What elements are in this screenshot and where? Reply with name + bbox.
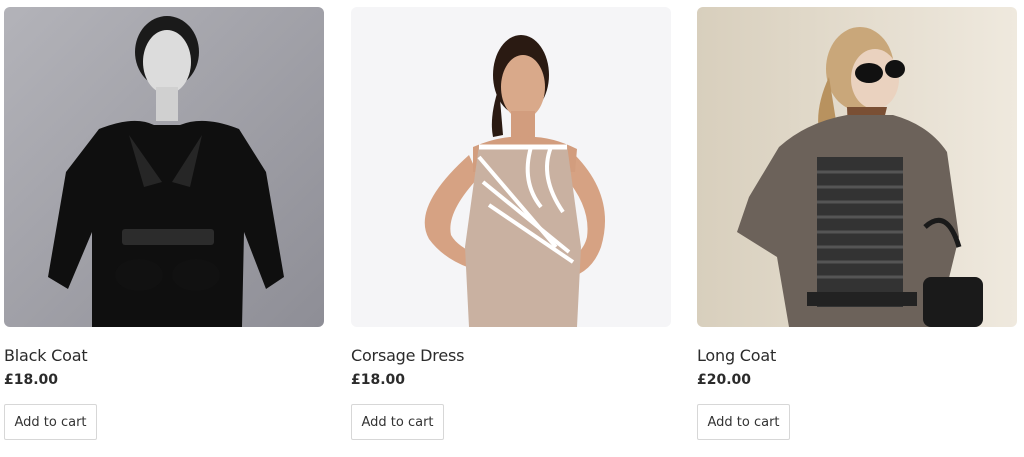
product-image-corsage-dress[interactable] <box>351 7 671 327</box>
product-price: £18.00 <box>4 372 59 388</box>
product-card-corsage-dress: Corsage Dress £18.00 Add to cart <box>351 7 671 440</box>
add-to-cart-button[interactable]: Add to cart <box>351 404 444 440</box>
product-title[interactable]: Black Coat <box>4 346 324 366</box>
product-image-black-coat[interactable] <box>4 7 324 327</box>
product-image-long-coat[interactable] <box>697 7 1017 327</box>
product-title[interactable]: Corsage Dress <box>351 346 671 366</box>
product-grid: Black Coat £18.00 Add to cart Corsage Dr… <box>0 0 1024 457</box>
add-to-cart-button[interactable]: Add to cart <box>4 404 97 440</box>
product-card-long-coat: Long Coat £20.00 Add to cart <box>697 7 1017 440</box>
add-to-cart-button[interactable]: Add to cart <box>697 404 790 440</box>
product-title[interactable]: Long Coat <box>697 346 1017 366</box>
product-price: £20.00 <box>697 372 752 388</box>
product-price: £18.00 <box>351 372 406 388</box>
product-card-black-coat: Black Coat £18.00 Add to cart <box>4 7 324 440</box>
